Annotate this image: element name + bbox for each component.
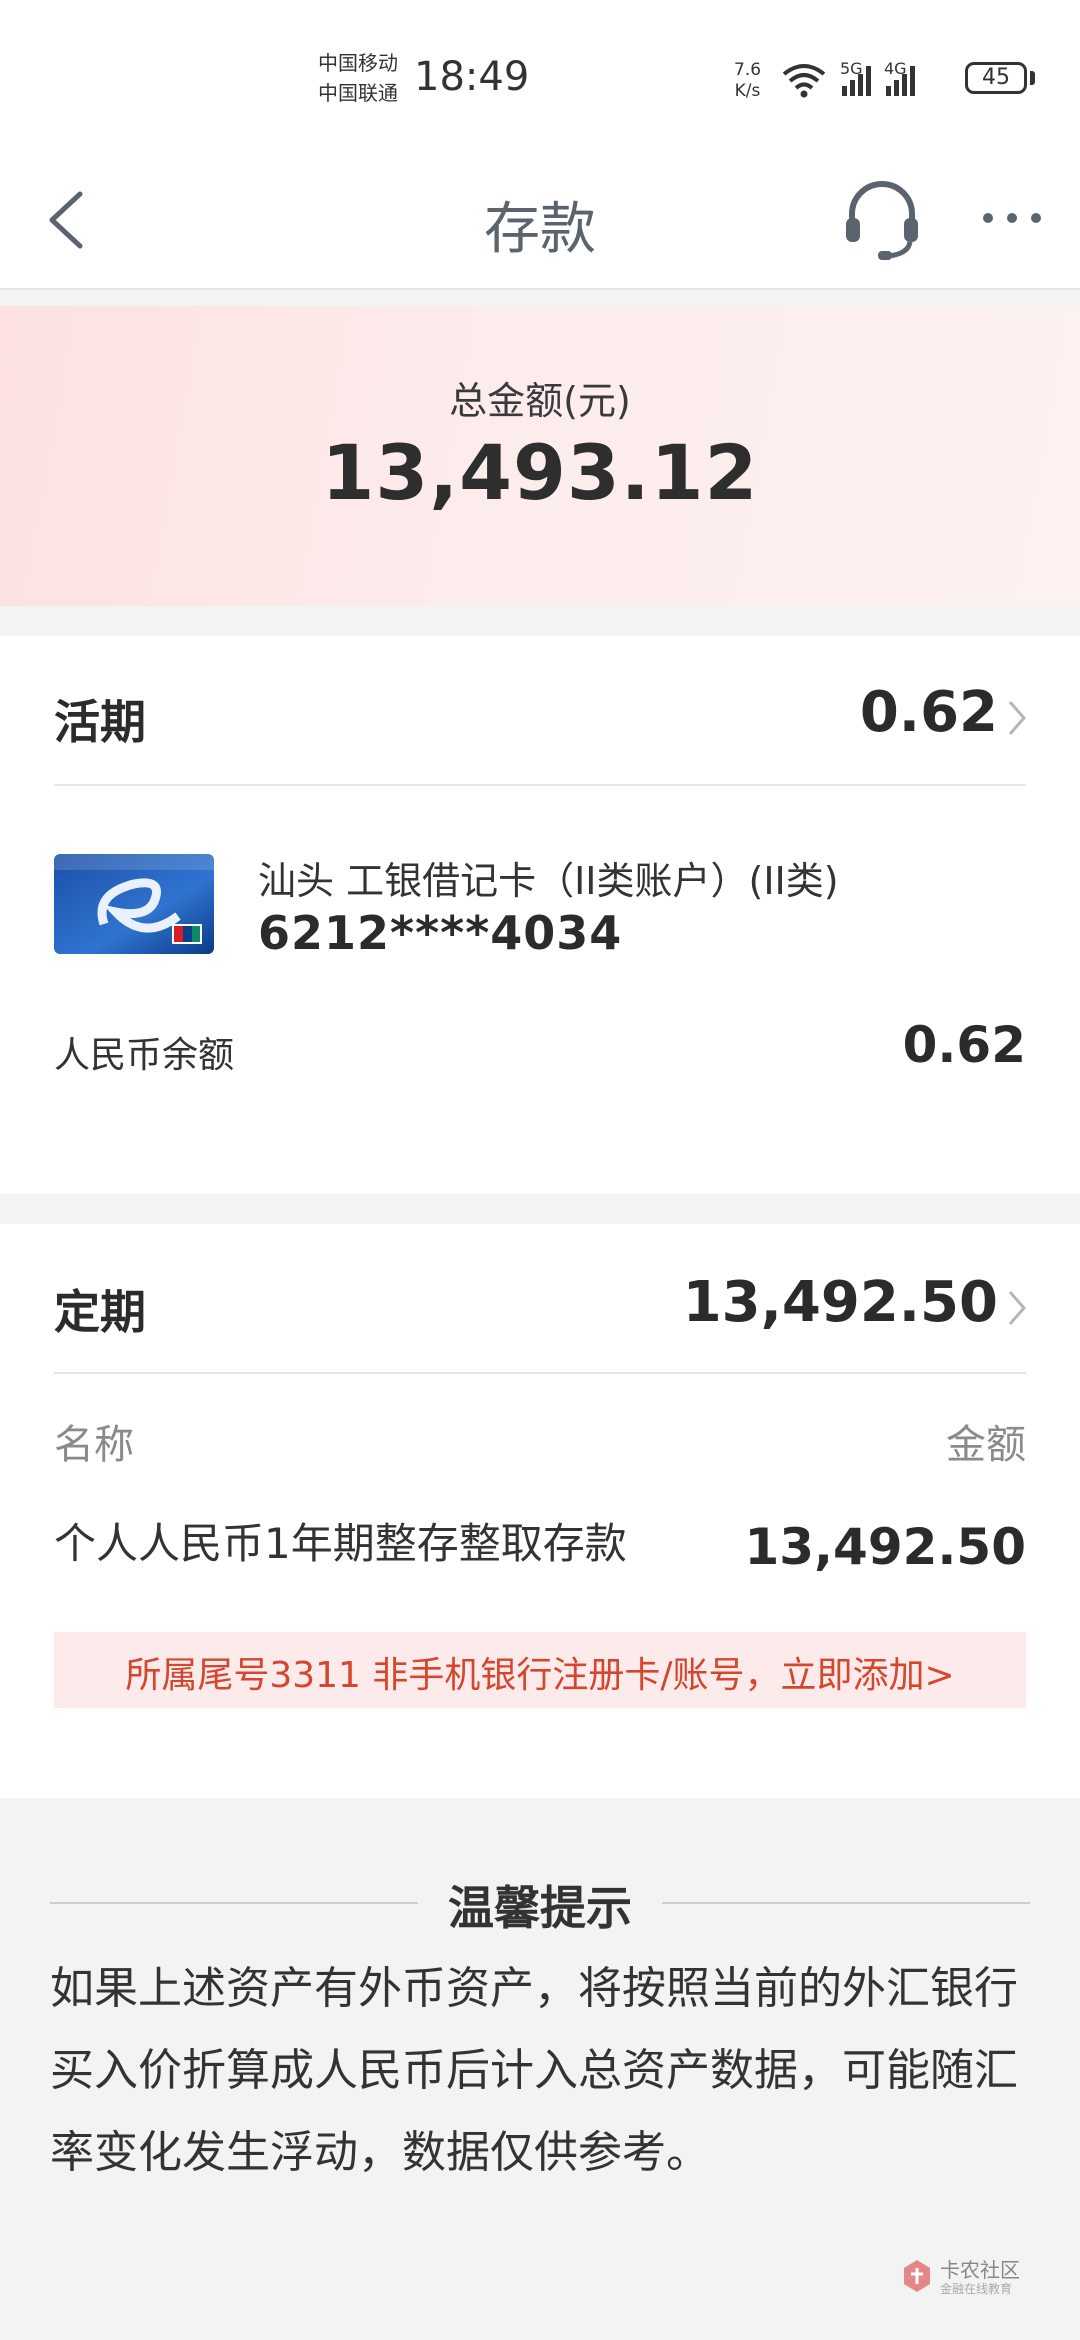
icbc-card-image — [54, 854, 214, 954]
add-card-notice[interactable]: 所属尾号3311 非手机银行注册卡/账号，立即添加> — [54, 1632, 1026, 1708]
column-amount-header: 金额 — [946, 1422, 1026, 1468]
carrier-2: 中国联通 — [318, 81, 398, 105]
signal-icons: 5G 4G — [782, 59, 915, 98]
balance-value: 0.62 — [902, 1016, 1026, 1074]
watermark-logo: 卡农社区 金融在线教育 — [900, 2252, 1040, 2302]
fixed-title: 定期 — [54, 1285, 146, 1339]
add-card-notice-text: 所属尾号3311 非手机银行注册卡/账号，立即添加> — [125, 1655, 955, 1696]
customer-service-icon[interactable] — [842, 178, 922, 262]
tips-title: 温馨提示 — [448, 1881, 632, 1935]
column-name-header: 名称 — [54, 1422, 134, 1468]
net-speed: 7.6 K/s — [734, 60, 761, 102]
current-title: 活期 — [54, 695, 146, 749]
status-time: 18:49 — [414, 54, 530, 100]
total-summary: 总金额(元) 13,493.12 — [0, 306, 1080, 606]
watermark-icon — [904, 2260, 930, 2292]
tips-body: 如果上述资产有外币资产，将按照当前的外汇银行买入价折算成人民币后计入总资产数据，… — [50, 1963, 1018, 2178]
nav-bar: 存款 — [0, 150, 1080, 290]
net-speed-value: 7.6 — [734, 60, 762, 80]
carrier-names: 中国移动 中国联通 — [318, 48, 398, 108]
battery-icon: 45 — [965, 62, 1027, 94]
fixed-total: 13,492.50 — [682, 1270, 998, 1335]
watermark-text: 卡农社区 — [940, 2258, 1020, 2282]
total-amount: 13,493.12 — [321, 428, 759, 517]
account-name: 汕头 工银借记卡（II类账户）(II类) — [258, 859, 839, 903]
divider — [54, 1372, 1026, 1374]
balance-label: 人民币余额 — [54, 1035, 235, 1076]
fixed-item-name: 个人人民币1年期整存整取存款 — [54, 1519, 627, 1568]
fixed-deposit-section: 定期 13,492.50 名称 金额 个人人民币1年期整存整取存款 13,492… — [0, 1224, 1080, 1798]
chevron-right-icon — [1008, 701, 1026, 735]
status-bar: 中国移动 中国联通 18:49 7.6 K/s 5G 4G 45 — [0, 0, 1080, 150]
battery-tip — [1030, 71, 1035, 85]
account-number: 6212****4034 — [258, 906, 623, 960]
carrier-1: 中国移动 — [318, 51, 398, 75]
net-speed-unit: K/s — [734, 81, 761, 101]
watermark-subtext: 金融在线教育 — [940, 2282, 1013, 2296]
current-total: 0.62 — [859, 680, 998, 745]
fixed-item-amount: 13,492.50 — [744, 1518, 1026, 1576]
current-deposit-section: 活期 0.62 汕头 工银借记卡（II类账户）(II类) 6212****403… — [0, 636, 1080, 1194]
chevron-right-icon — [1008, 1291, 1026, 1325]
more-icon[interactable] — [980, 208, 1044, 228]
total-label: 总金额(元) — [449, 379, 631, 423]
wifi-icon — [782, 64, 826, 98]
divider — [54, 784, 1026, 786]
